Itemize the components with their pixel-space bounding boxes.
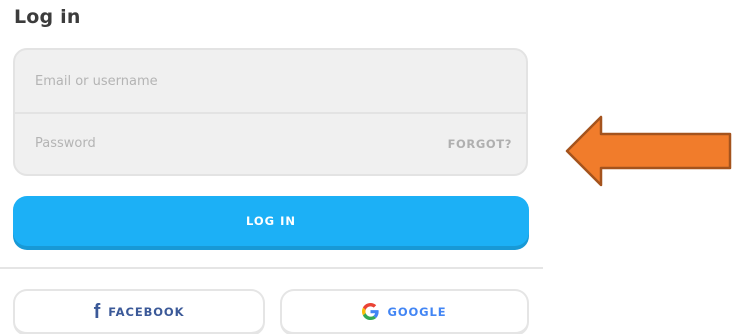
login-button[interactable]: LOG IN <box>13 196 529 246</box>
google-button-label: GOOGLE <box>387 304 447 319</box>
email-field[interactable] <box>15 50 526 112</box>
section-divider <box>0 267 543 269</box>
password-field[interactable]: FORGOT? <box>15 113 526 174</box>
facebook-button-label: FACEBOOK <box>108 304 185 319</box>
password-input[interactable] <box>35 136 448 151</box>
email-input[interactable] <box>35 73 512 89</box>
login-button-label: LOG IN <box>245 214 297 228</box>
google-icon <box>362 303 380 320</box>
arrow-left-icon <box>565 114 732 192</box>
facebook-icon: f <box>93 300 101 323</box>
login-page: Log in FORGOT? LOG IN f FACEBOOK GOOGLE <box>0 0 733 334</box>
google-login-button[interactable]: GOOGLE <box>280 289 529 334</box>
forgot-password-link[interactable]: FORGOT? <box>448 137 512 151</box>
page-title: Log in <box>14 6 81 28</box>
facebook-login-button[interactable]: f FACEBOOK <box>13 289 265 334</box>
credentials-field-group: FORGOT? <box>13 48 528 176</box>
